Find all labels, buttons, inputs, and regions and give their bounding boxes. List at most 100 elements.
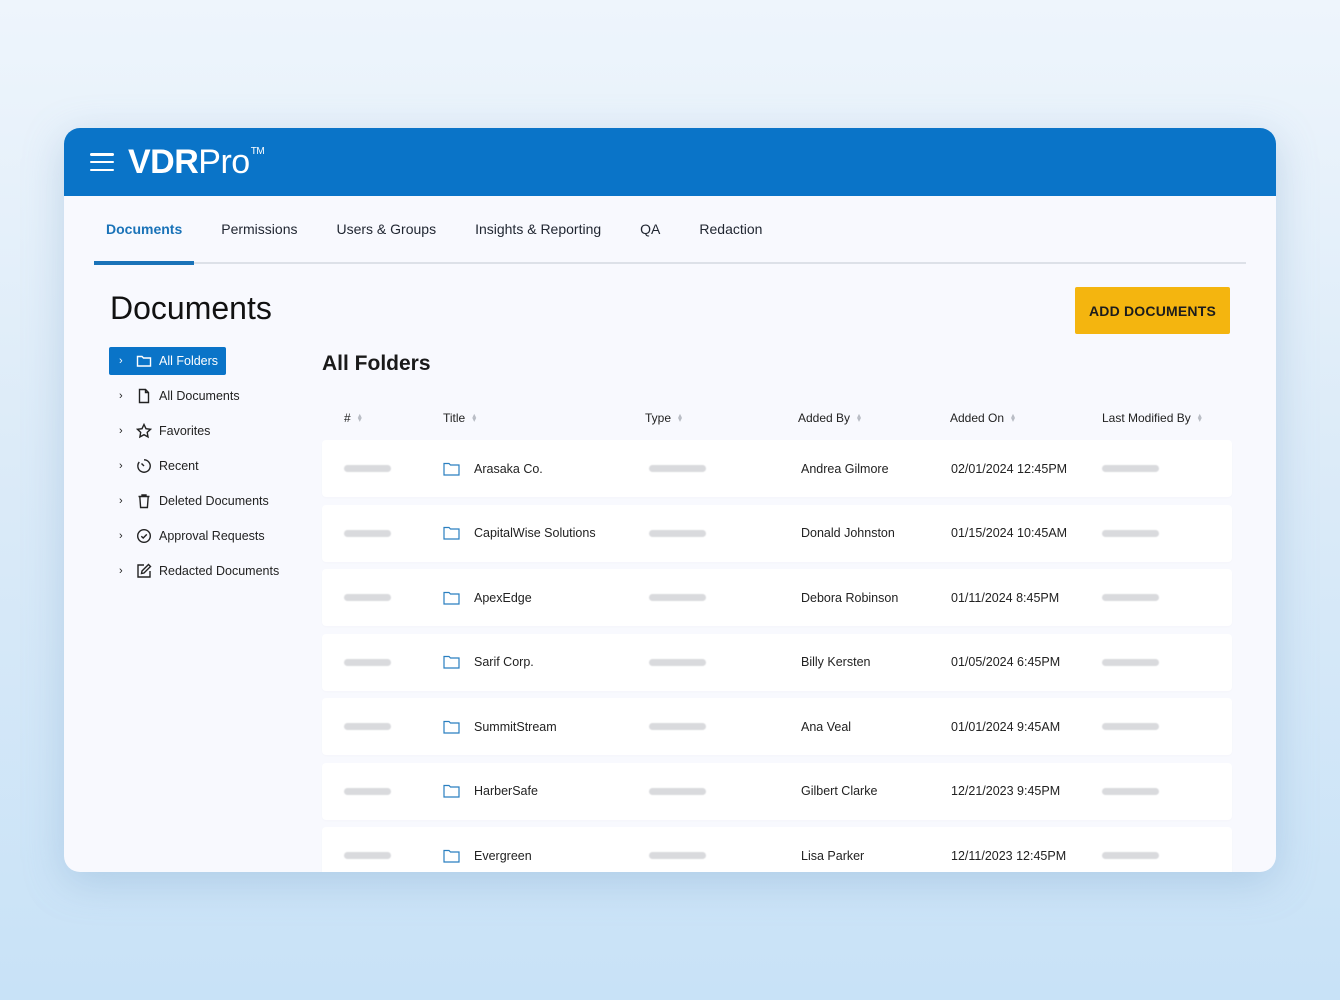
type-cell <box>645 529 798 537</box>
trash-icon <box>135 492 153 510</box>
row-title[interactable]: CapitalWise Solutions <box>474 526 596 540</box>
added-by-cell: Gilbert Clarke <box>801 784 878 798</box>
added-on-cell: 01/01/2024 9:45AM <box>951 719 1061 734</box>
placeholder-bar <box>1102 787 1159 795</box>
sidebar-item-label: Approval Requests <box>159 529 265 543</box>
page-title: Documents <box>110 290 272 326</box>
table-row[interactable]: ApexEdge Debora Robinson 01/11/2024 8:45… <box>322 569 1232 626</box>
sidebar-item-label: Recent <box>159 459 199 473</box>
row-title[interactable]: Evergreen <box>474 849 532 863</box>
sidebar-item-approval-requests[interactable]: › Approval Requests <box>109 522 273 550</box>
column-header-type[interactable]: Type ▴ ▾ <box>645 411 798 425</box>
title-cell: Sarif Corp. <box>443 655 645 669</box>
last-modified-by-cell <box>1102 787 1232 795</box>
placeholder-bar <box>649 723 706 730</box>
sidebar-item-favorites[interactable]: › Favorites <box>109 417 218 445</box>
last-modified-by-cell <box>1102 852 1232 859</box>
column-header-added-by[interactable]: Added By ▴ ▾ <box>798 411 950 425</box>
tab-permissions[interactable]: Permissions <box>221 195 297 263</box>
tab-qa[interactable]: QA <box>640 195 660 263</box>
title-cell: Evergreen <box>443 849 645 863</box>
add-documents-button[interactable]: ADD DOCUMENTS <box>1075 287 1230 334</box>
column-header-title[interactable]: Title ▴ ▾ <box>443 411 645 425</box>
sidebar-item-all-documents[interactable]: › All Documents <box>109 382 248 410</box>
sidebar-item-label: All Documents <box>159 389 240 403</box>
table-row[interactable]: Sarif Corp. Billy Kersten 01/05/2024 6:4… <box>322 633 1232 691</box>
folder-icon <box>443 720 460 734</box>
title-cell: CapitalWise Solutions <box>443 526 645 540</box>
column-header-added-on[interactable]: Added On ▴ ▾ <box>950 411 1102 425</box>
added-on-cell: 01/05/2024 6:45PM <box>951 655 1061 669</box>
folders-table: # ▴ ▾ Title ▴ ▾ Type ▴ ▾ Added By ▴ ▾ Added On ▴ ▾… <box>322 396 1232 872</box>
column-header-number[interactable]: # ▴ ▾ <box>322 411 443 425</box>
row-title[interactable]: ApexEdge <box>474 591 532 605</box>
folder-icon <box>443 526 460 540</box>
sidebar-item-redacted-documents[interactable]: › Redacted Documents <box>109 557 287 585</box>
tab-redaction[interactable]: Redaction <box>699 195 762 263</box>
header-label: Title <box>443 411 466 425</box>
row-title[interactable]: SummitStream <box>474 720 557 734</box>
placeholder-bar <box>344 852 391 859</box>
header-label: Added By <box>798 411 851 425</box>
chevron-right-icon: › <box>119 530 123 542</box>
tab-documents[interactable]: Documents <box>94 195 195 265</box>
number-cell <box>322 852 443 859</box>
tab-users-groups[interactable]: Users & Groups <box>336 195 436 263</box>
folder-icon <box>135 352 153 370</box>
added-on-cell: 12/11/2023 12:45PM <box>951 848 1067 863</box>
placeholder-bar <box>649 529 706 537</box>
table-row[interactable]: SummitStream Ana Veal 01/01/2024 9:45AM <box>322 698 1232 755</box>
sidebar-item-recent[interactable]: › Recent <box>109 452 207 480</box>
menu-icon[interactable] <box>90 153 114 171</box>
table-row[interactable]: Evergreen Lisa Parker 12/11/2023 12:45PM <box>322 827 1232 872</box>
column-header-last-modified-by[interactable]: Last Modified By ▴ ▾ <box>1102 411 1232 425</box>
placeholder-bar <box>344 787 391 795</box>
added-by-cell: Debora Robinson <box>801 590 899 605</box>
placeholder-bar <box>1102 723 1159 730</box>
row-title[interactable]: Sarif Corp. <box>474 655 534 669</box>
app-window: VDR Pro TM Documents Permissions Users &… <box>64 128 1276 872</box>
logo-bold: VDR <box>128 143 199 181</box>
row-title[interactable]: HarberSafe <box>474 784 538 798</box>
placeholder-bar <box>344 465 391 472</box>
sidebar-item-all-folders[interactable]: › All Folders <box>109 347 227 375</box>
section-title: All Folders <box>322 352 431 375</box>
placeholder-bar <box>344 529 391 537</box>
logo-light: Pro <box>198 143 250 181</box>
check-circle-icon <box>135 527 153 545</box>
sort-icon[interactable]: ▴ ▾ <box>358 412 362 424</box>
table-row[interactable]: CapitalWise Solutions Donald Johnston 01… <box>322 504 1232 562</box>
placeholder-bar <box>1102 658 1159 666</box>
placeholder-bar <box>649 787 706 795</box>
sort-icon[interactable]: ▴ ▾ <box>1198 412 1202 424</box>
placeholder-bar <box>649 658 706 666</box>
placeholder-bar <box>344 658 391 666</box>
placeholder-bar <box>649 852 706 859</box>
title-cell: HarberSafe <box>443 784 645 798</box>
chevron-right-icon: › <box>119 425 123 437</box>
sort-icon[interactable]: ▴ ▾ <box>857 412 861 424</box>
type-cell <box>645 658 798 666</box>
sidebar-item-label: All Folders <box>159 354 219 368</box>
placeholder-bar <box>1102 465 1159 472</box>
sort-icon[interactable]: ▴ ▾ <box>678 412 682 424</box>
row-title[interactable]: Arasaka Co. <box>474 462 543 476</box>
table-row[interactable]: Arasaka Co. Andrea Gilmore 02/01/2024 12… <box>322 440 1232 497</box>
type-cell <box>645 594 798 601</box>
logo-trademark: TM <box>250 146 265 157</box>
edit-icon <box>135 562 153 580</box>
placeholder-bar <box>649 594 706 601</box>
tab-insights-reporting[interactable]: Insights & Reporting <box>475 195 601 263</box>
added-on-cell: 02/01/2024 12:45PM <box>951 461 1068 476</box>
last-modified-by-cell <box>1102 723 1232 730</box>
number-cell <box>322 529 443 537</box>
sidebar-item-deleted-documents[interactable]: › Deleted Documents <box>109 487 277 515</box>
placeholder-bar <box>1102 852 1159 859</box>
number-cell <box>322 465 443 472</box>
sort-icon[interactable]: ▴ ▾ <box>1011 412 1015 424</box>
sort-icon[interactable]: ▴ ▾ <box>472 412 476 424</box>
sidebar-item-label: Deleted Documents <box>159 494 269 508</box>
table-row[interactable]: HarberSafe Gilbert Clarke 12/21/2023 9:4… <box>322 762 1232 820</box>
main-tabs: Documents Permissions Users & Groups Ins… <box>94 195 1246 265</box>
added-by-cell: Billy Kersten <box>801 655 871 669</box>
